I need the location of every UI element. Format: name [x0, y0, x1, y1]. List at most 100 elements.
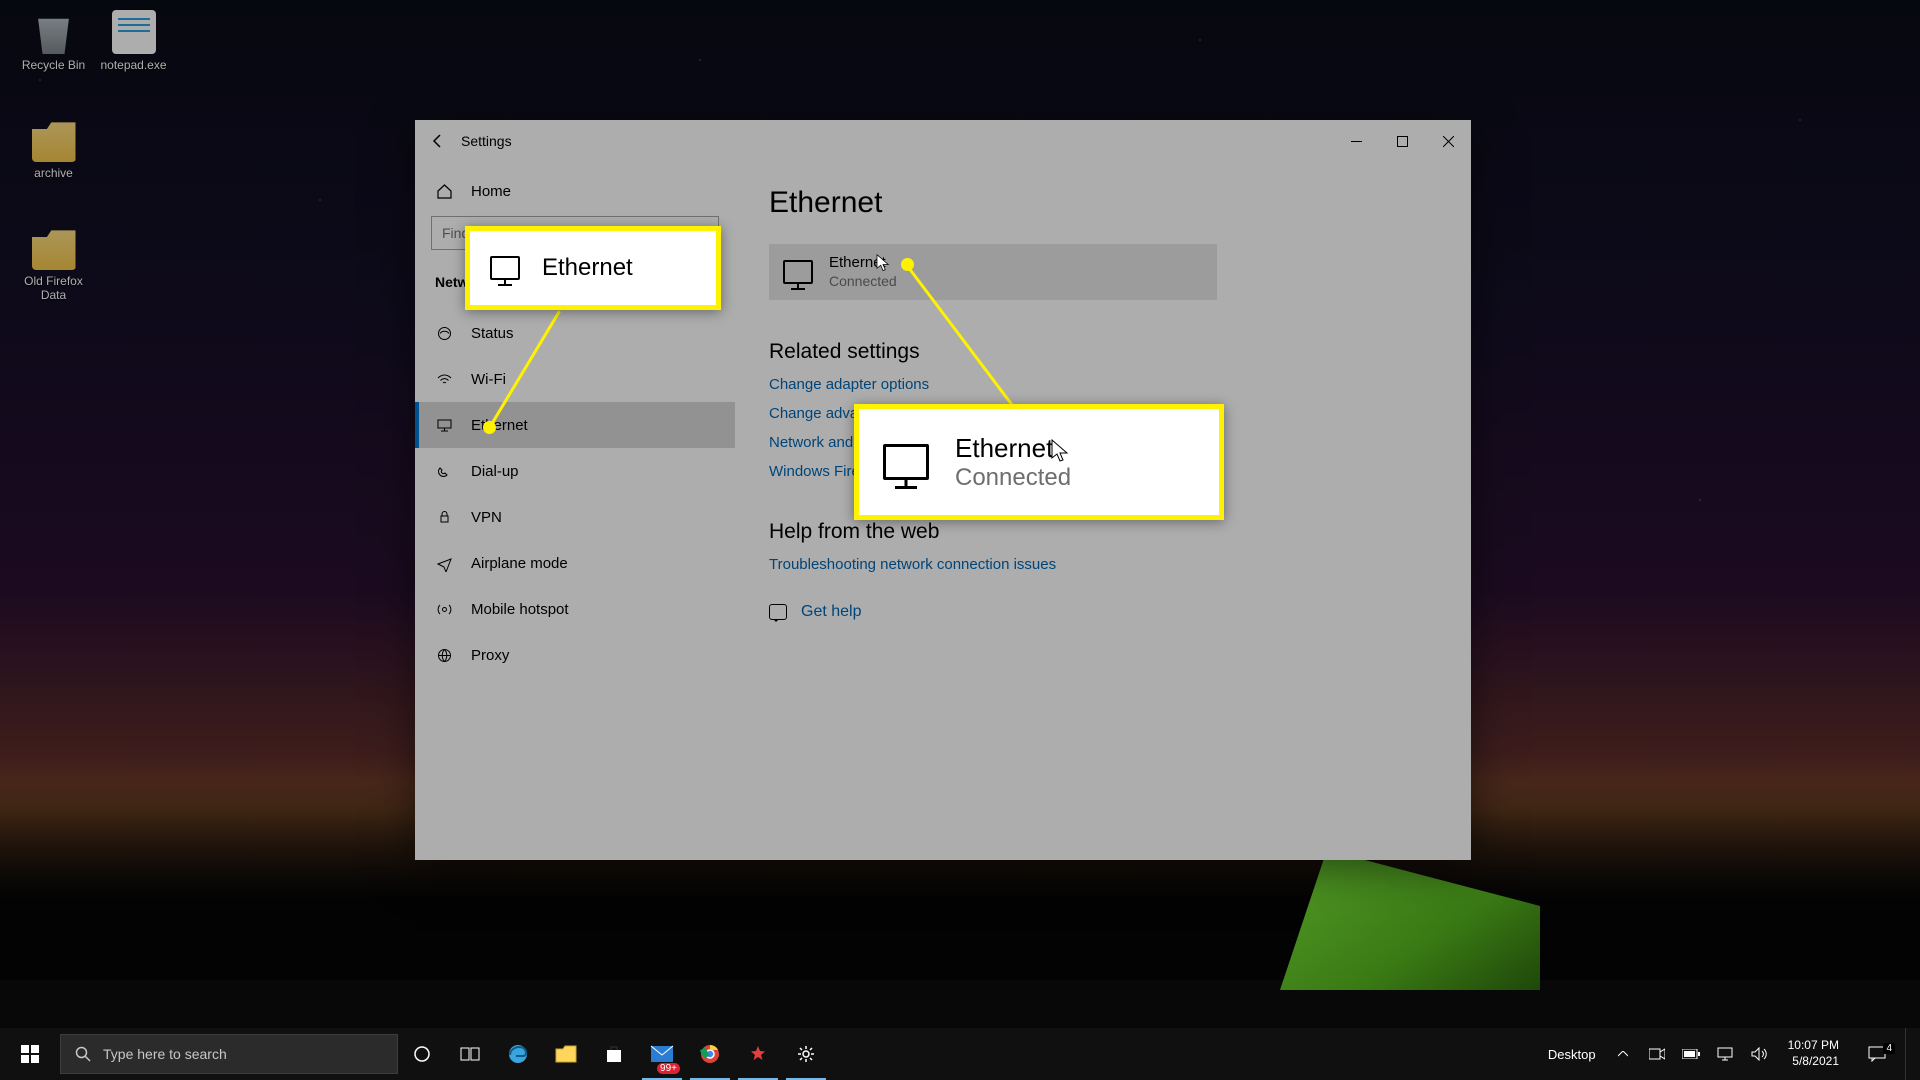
taskbar-app-settings[interactable]: [782, 1028, 830, 1080]
sidebar-item-hotspot[interactable]: Mobile hotspot: [415, 586, 735, 632]
sidebar-item-label: Dial-up: [471, 463, 519, 480]
status-icon: [435, 324, 453, 342]
sidebar-item-vpn[interactable]: VPN: [415, 494, 735, 540]
show-desktop-button[interactable]: [1905, 1028, 1912, 1080]
dialup-icon: [435, 462, 453, 480]
proxy-icon: [435, 646, 453, 664]
chrome-icon: [700, 1044, 720, 1064]
callout-ethernet-card: Ethernet Connected: [854, 404, 1224, 520]
window-title: Settings: [461, 133, 512, 149]
mail-badge: 99+: [657, 1063, 680, 1074]
hotspot-icon: [435, 600, 453, 618]
tray-clock[interactable]: 10:07 PM 5/8/2021: [1778, 1038, 1849, 1069]
tray-meet-now[interactable]: [1642, 1028, 1672, 1080]
ethernet-connection-card[interactable]: Ethernet Connected: [769, 244, 1217, 300]
notepad-icon: [112, 10, 156, 54]
callout-label: Ethernet: [542, 254, 633, 282]
help-from-web-heading: Help from the web: [769, 520, 1437, 544]
taskbar-search[interactable]: Type here to search: [60, 1034, 398, 1074]
sidebar-item-dialup[interactable]: Dial-up: [415, 448, 735, 494]
back-button[interactable]: [415, 120, 461, 162]
cursor-icon: [876, 254, 890, 272]
related-settings-heading: Related settings: [769, 340, 1437, 364]
taskbar-search-placeholder: Type here to search: [103, 1046, 227, 1062]
vpn-icon: [435, 508, 453, 526]
tray-desktop-label[interactable]: Desktop: [1540, 1028, 1604, 1080]
desktop-icon-notepad[interactable]: notepad.exe: [96, 10, 171, 72]
mail-icon: [650, 1045, 674, 1063]
taskbar-app-explorer[interactable]: [542, 1028, 590, 1080]
taskbar-app-mail[interactable]: 99+: [638, 1028, 686, 1080]
ethernet-card-status: Connected: [829, 273, 897, 291]
ethernet-icon: [435, 416, 453, 434]
taskview-icon: [460, 1046, 480, 1062]
link-troubleshooting-network[interactable]: Troubleshooting network connection issue…: [769, 556, 1437, 573]
taskbar-app-generic[interactable]: [734, 1028, 782, 1080]
taskbar-taskview[interactable]: [446, 1028, 494, 1080]
windows-logo-icon: [21, 1045, 39, 1063]
sidebar-item-label: VPN: [471, 509, 502, 526]
desktop-icon-label: Recycle Bin: [16, 58, 91, 72]
sidebar-item-status[interactable]: Status: [415, 310, 735, 356]
window-close-button[interactable]: [1425, 120, 1471, 162]
clock-date: 5/8/2021: [1792, 1054, 1839, 1070]
minimize-icon: [1351, 136, 1362, 147]
start-button[interactable]: [0, 1028, 60, 1080]
maximize-icon: [1397, 136, 1408, 147]
ethernet-icon: [490, 256, 520, 280]
desktop-icon-old-firefox-data[interactable]: Old Firefox Data: [16, 226, 91, 302]
recycle-bin-icon: [32, 10, 76, 54]
desktop-icon-recycle-bin[interactable]: Recycle Bin: [16, 10, 91, 72]
speaker-icon: [1751, 1047, 1767, 1061]
desktop-icon-label: Old Firefox Data: [16, 274, 91, 302]
window-titlebar[interactable]: Settings: [415, 120, 1471, 162]
desktop-icon-archive[interactable]: archive: [16, 118, 91, 180]
window-maximize-button[interactable]: [1379, 120, 1425, 162]
tray-battery[interactable]: [1676, 1028, 1706, 1080]
desktop-icon-label: notepad.exe: [96, 58, 171, 72]
sidebar-item-ethernet[interactable]: Ethernet: [415, 402, 735, 448]
battery-icon: [1682, 1049, 1700, 1059]
ethernet-icon: [783, 260, 813, 284]
sidebar-item-label: Ethernet: [471, 417, 528, 434]
camera-icon: [1649, 1048, 1665, 1060]
cortana-icon: [413, 1045, 431, 1063]
tray-overflow[interactable]: [1608, 1028, 1638, 1080]
cursor-icon: [1051, 439, 1069, 463]
sidebar-item-wifi[interactable]: Wi-Fi: [415, 356, 735, 402]
tray-volume[interactable]: [1744, 1028, 1774, 1080]
sidebar-home[interactable]: Home: [415, 168, 735, 214]
tray-action-center[interactable]: 4: [1853, 1046, 1901, 1062]
wifi-icon: [435, 370, 453, 388]
sidebar-item-label: Wi-Fi: [471, 371, 506, 388]
search-icon: [75, 1046, 91, 1062]
sidebar-item-proxy[interactable]: Proxy: [415, 632, 735, 678]
system-tray: Desktop 10:07 PM 5/8/2021 4: [1540, 1028, 1920, 1080]
taskbar-app-chrome[interactable]: [686, 1028, 734, 1080]
link-change-adapter-options[interactable]: Change adapter options: [769, 376, 1437, 393]
get-help-row[interactable]: Get help: [769, 603, 1437, 621]
sidebar-item-label: Airplane mode: [471, 555, 568, 572]
window-minimize-button[interactable]: [1333, 120, 1379, 162]
sidebar-item-label: Mobile hotspot: [471, 601, 569, 618]
ethernet-icon: [883, 444, 929, 480]
home-icon: [435, 182, 453, 200]
chevron-up-icon: [1618, 1051, 1628, 1057]
taskbar: Type here to search 99+ Desktop 10:07 PM…: [0, 1028, 1920, 1080]
taskbar-cortana[interactable]: [398, 1028, 446, 1080]
sidebar-item-airplane[interactable]: Airplane mode: [415, 540, 735, 586]
page-title: Ethernet: [769, 186, 1437, 220]
sidebar-item-label: Proxy: [471, 647, 509, 664]
airplane-icon: [435, 554, 453, 572]
get-help-label: Get help: [801, 603, 861, 621]
gear-icon: [796, 1044, 816, 1064]
callout-ethernet-sidebar: Ethernet: [465, 226, 721, 310]
taskbar-app-edge[interactable]: [494, 1028, 542, 1080]
store-icon: [604, 1044, 624, 1064]
taskbar-app-store[interactable]: [590, 1028, 638, 1080]
notification-badge: 4: [1883, 1043, 1895, 1054]
tray-network[interactable]: [1710, 1028, 1740, 1080]
desktop-icon-label: archive: [16, 166, 91, 180]
app-icon: [749, 1045, 767, 1063]
folder-icon: [32, 118, 76, 162]
